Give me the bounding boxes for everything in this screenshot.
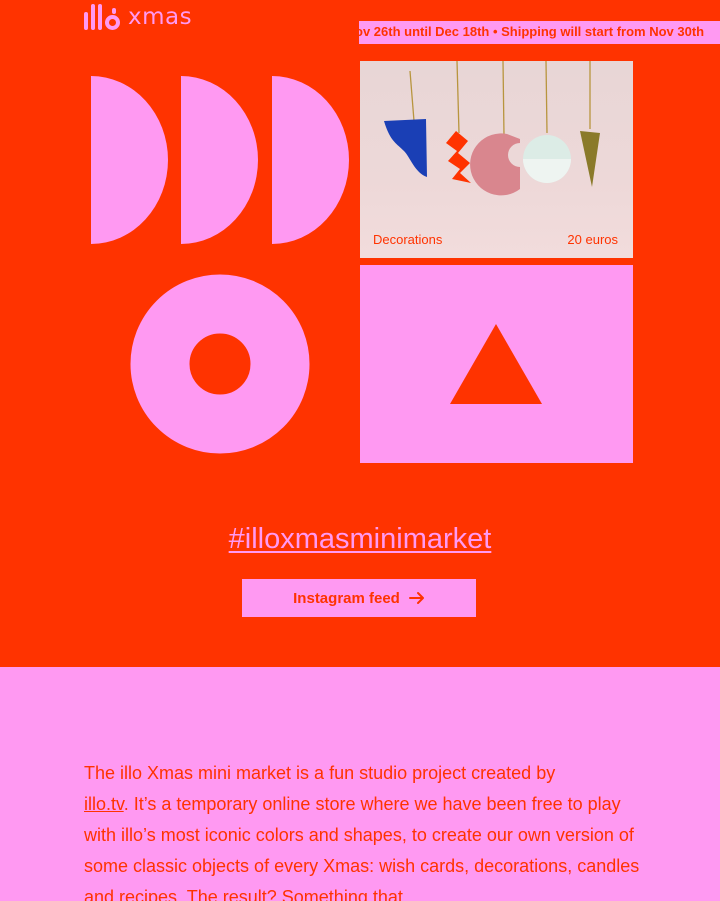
about-paragraph: The illo Xmas mini market is a fun studi…: [84, 758, 644, 901]
mint-circle-ornament-dots: [523, 159, 571, 183]
half-circle-shape-1: [91, 76, 168, 244]
brand-logo[interactable]: xmas: [84, 0, 192, 30]
about-body: . It’s a temporary online store where we…: [84, 794, 640, 901]
instagram-feed-label: Instagram feed: [293, 589, 400, 607]
product-price: 20 euros: [567, 232, 618, 247]
half-circle-shape-2: [181, 76, 258, 244]
illo-logo-mark: [84, 4, 120, 30]
announcement-marquee: ov 26th until Dec 18th • Shipping will s…: [359, 21, 720, 44]
about-intro: The illo Xmas mini market is a fun studi…: [84, 763, 556, 783]
instagram-feed-button[interactable]: Instagram feed: [242, 579, 476, 617]
logo-wordmark: xmas: [128, 4, 193, 30]
red-zigzag-ornament: [446, 131, 471, 183]
hashtag-link[interactable]: #illoxmasminimarket: [0, 523, 720, 556]
ring-shape: [130, 274, 310, 454]
decorative-shapes: [91, 76, 349, 454]
olive-triangle-ornament: [580, 131, 600, 187]
product-name: Decorations: [373, 232, 443, 247]
product-card-decorations[interactable]: Decorations 20 euros: [360, 61, 633, 258]
blue-wave-ornament: [384, 119, 427, 177]
illo-tv-link[interactable]: illo.tv: [84, 794, 124, 814]
triangle-icon: [450, 324, 542, 404]
marquee-text: ov 26th until Dec 18th • Shipping will s…: [359, 24, 705, 39]
half-circle-shape-3: [272, 76, 349, 244]
triangle-tile: [360, 265, 633, 463]
pink-pacman-ornament: [470, 133, 520, 196]
about-section: The illo Xmas mini market is a fun studi…: [0, 667, 720, 901]
arrow-right-icon: [408, 592, 424, 604]
decorations-photo: [384, 61, 600, 196]
